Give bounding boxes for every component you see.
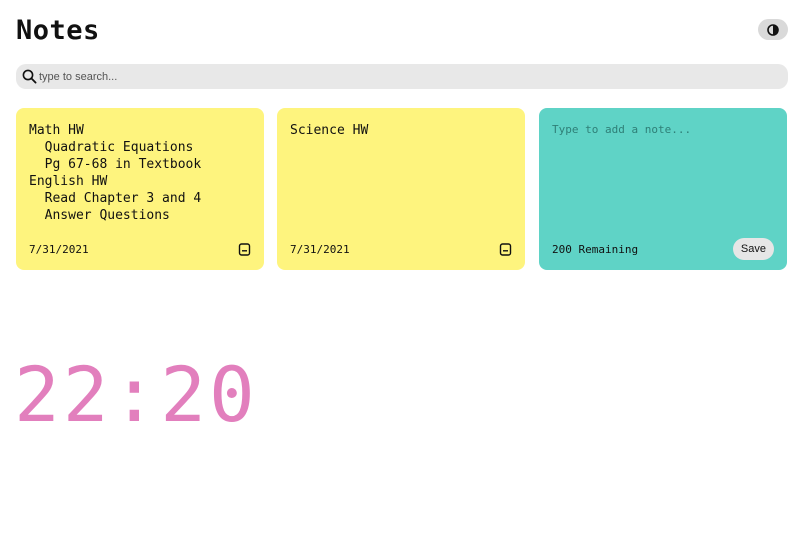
save-button[interactable]: Save	[732, 238, 774, 260]
note-card: Science HW 7/31/2021	[277, 108, 525, 270]
search-input[interactable]	[39, 70, 739, 83]
theme-toggle-button[interactable]	[758, 19, 788, 40]
contrast-icon	[767, 23, 779, 36]
delete-note-icon[interactable]	[237, 242, 251, 256]
note-footer: 7/31/2021	[29, 241, 251, 257]
header: Notes	[16, 14, 788, 48]
new-note-card: 200 Remaining Save	[539, 108, 787, 270]
clock-time: 22:20	[14, 350, 258, 439]
note-footer: 7/31/2021	[290, 241, 512, 257]
note-text: Math HW Quadratic Equations Pg 67-68 in …	[29, 123, 202, 223]
note-date: 7/31/2021	[29, 242, 89, 256]
search-icon	[21, 69, 37, 85]
characters-remaining: 200 Remaining	[552, 242, 639, 256]
note-card: Math HW Quadratic Equations Pg 67-68 in …	[16, 108, 264, 270]
note-date: 7/31/2021	[290, 242, 350, 256]
app-title: Notes	[16, 15, 100, 46]
delete-note-icon[interactable]	[498, 242, 512, 256]
note-text: Science HW	[290, 123, 369, 138]
notes-list: Math HW Quadratic Equations Pg 67-68 in …	[16, 108, 788, 270]
new-note-footer: 200 Remaining Save	[552, 238, 774, 260]
new-note-input[interactable]	[552, 122, 774, 232]
search-bar	[16, 64, 788, 89]
